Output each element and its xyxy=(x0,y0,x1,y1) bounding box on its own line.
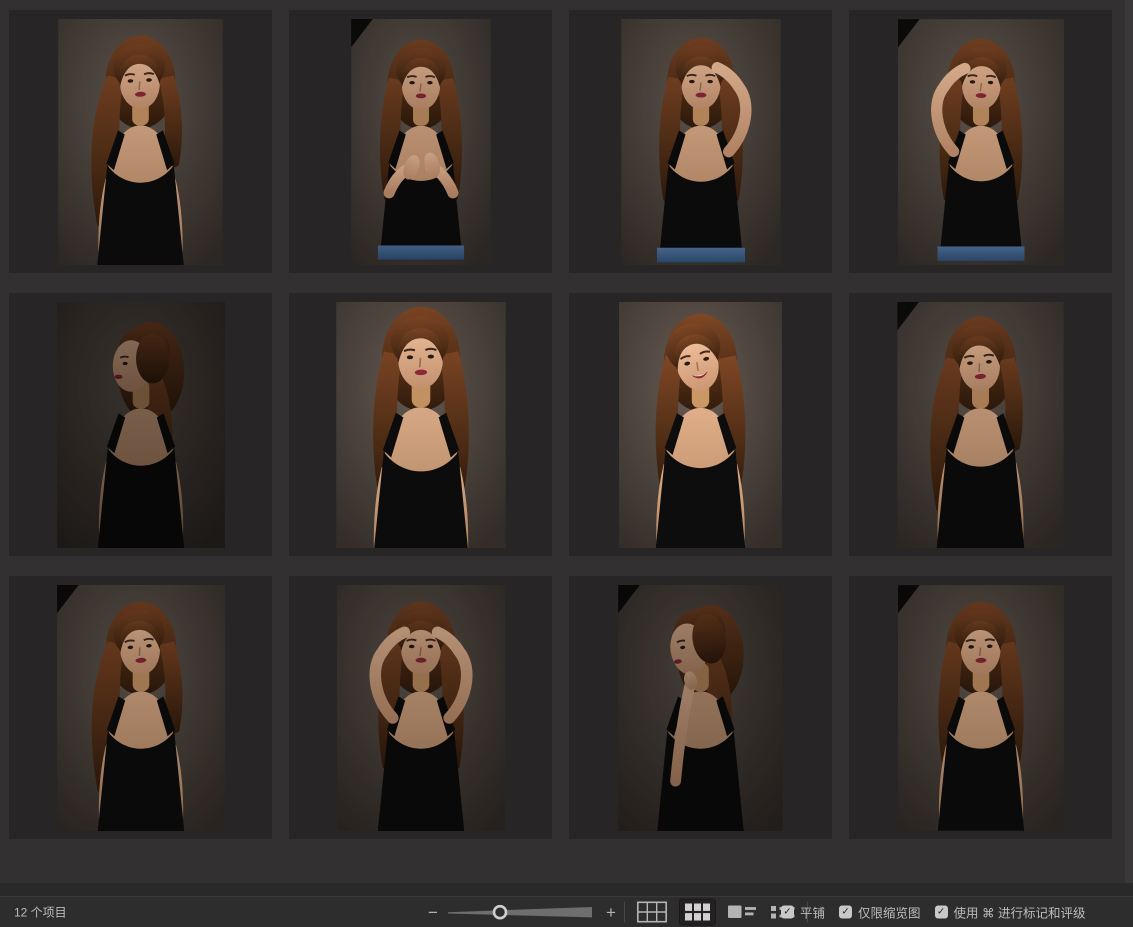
photo-thumbnail-10[interactable] xyxy=(289,576,552,839)
option-checkboxes: ✓ 平铺 ✓ 仅限缩览图 ✓ 使用 ⌘ 进行标记和评级 xyxy=(781,903,1085,922)
thumbnails-only-checkbox-label: 仅限缩览图 xyxy=(858,903,921,922)
photo-thumbnail-11[interactable] xyxy=(569,576,832,839)
thumbnails-only-checkbox[interactable]: ✓ 仅限缩览图 xyxy=(839,903,921,922)
zoom-in-button[interactable]: + xyxy=(606,904,616,921)
zoom-out-button[interactable]: − xyxy=(428,904,438,921)
use-cmd-rating-checkbox-label: 使用 ⌘ 进行标记和评级 xyxy=(954,903,1086,922)
portrait-photo xyxy=(58,19,223,265)
slider-knob[interactable] xyxy=(494,906,506,918)
survey-grid-icon xyxy=(637,902,667,923)
photo-grid xyxy=(0,0,1133,839)
bottom-chrome: 12 个项目 − + xyxy=(0,883,1133,927)
grid-view-icon xyxy=(685,904,710,921)
photo-thumbnail-8[interactable] xyxy=(849,293,1112,556)
content-view-icon xyxy=(728,905,756,920)
photo-thumbnail-4[interactable] xyxy=(849,10,1112,273)
photo-grid-viewport xyxy=(0,0,1133,883)
portrait-photo xyxy=(351,19,491,265)
photo-thumbnail-2[interactable] xyxy=(289,10,552,273)
thumbnail-size-slider[interactable] xyxy=(446,903,598,921)
portrait-photo xyxy=(337,585,505,831)
slider-track[interactable] xyxy=(448,907,592,917)
portrait-photo xyxy=(57,585,225,831)
survey-view-button[interactable] xyxy=(634,899,670,926)
toolbar-separator xyxy=(624,902,625,923)
portrait-photo xyxy=(898,19,1064,265)
photo-thumbnail-7[interactable] xyxy=(569,293,832,556)
use-cmd-rating-checkbox[interactable]: ✓ 使用 ⌘ 进行标记和评级 xyxy=(935,903,1086,922)
status-toolbar: 12 个项目 − + xyxy=(0,896,1133,927)
photo-thumbnail-9[interactable] xyxy=(9,576,272,839)
portrait-photo xyxy=(336,302,506,548)
photo-thumbnail-6[interactable] xyxy=(289,293,552,556)
portrait-photo xyxy=(621,19,781,265)
photo-thumbnail-5[interactable] xyxy=(9,293,272,556)
grid-view-button[interactable] xyxy=(679,899,716,926)
photo-thumbnail-1[interactable] xyxy=(9,10,272,273)
portrait-photo xyxy=(619,302,782,548)
checkmark-icon: ✓ xyxy=(935,906,948,919)
tile-checkbox-label: 平铺 xyxy=(800,903,825,922)
portrait-photo xyxy=(618,585,783,831)
portrait-photo xyxy=(897,302,1064,548)
tile-checkbox[interactable]: ✓ 平铺 xyxy=(781,903,825,922)
content-view-button[interactable] xyxy=(725,902,759,923)
toolbar-upper-strip xyxy=(0,883,1133,896)
thumbnail-size-control: − + xyxy=(428,903,616,921)
item-count: 12 个项目 xyxy=(14,904,67,921)
checkmark-icon: ✓ xyxy=(839,906,852,919)
checkmark-icon: ✓ xyxy=(781,906,794,919)
photo-thumbnail-3[interactable] xyxy=(569,10,832,273)
portrait-photo xyxy=(57,302,225,548)
scrollbar-track[interactable] xyxy=(1125,0,1133,883)
photo-thumbnail-12[interactable] xyxy=(849,576,1112,839)
portrait-photo xyxy=(898,585,1064,831)
